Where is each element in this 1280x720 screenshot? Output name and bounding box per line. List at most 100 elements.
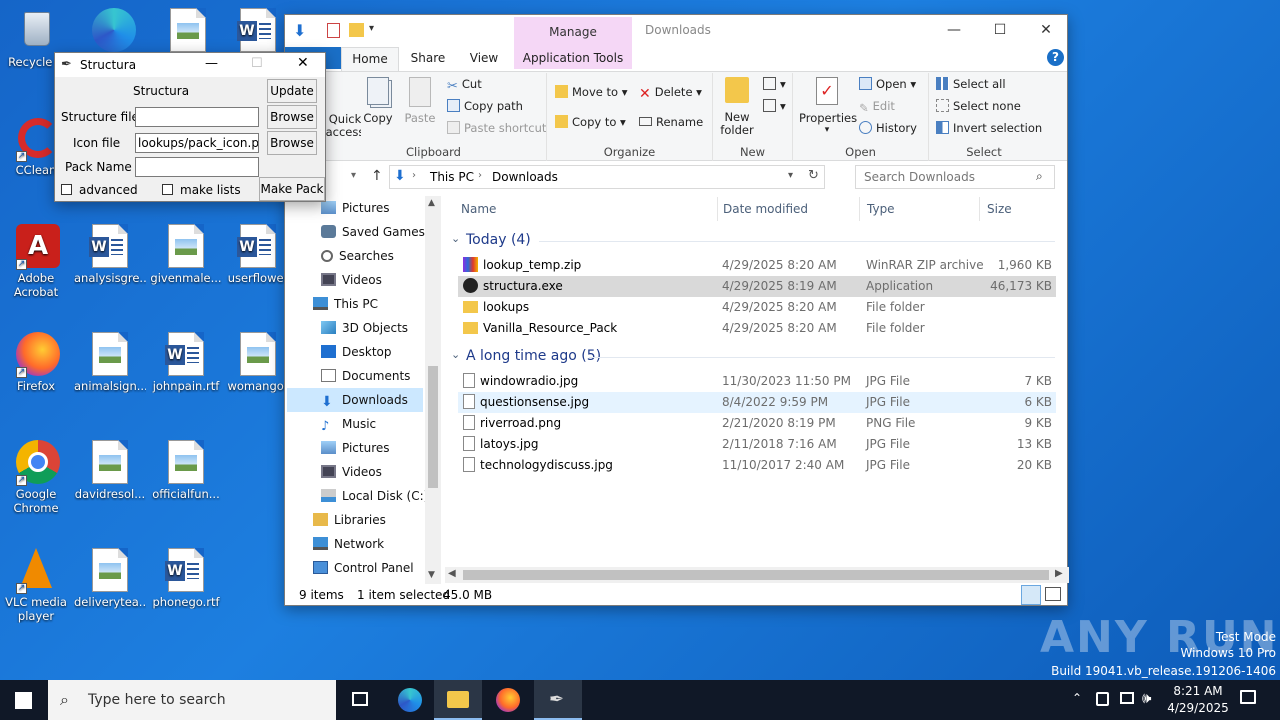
advanced-checkbox[interactable]: advanced	[61, 183, 138, 197]
notifications-icon[interactable]	[1240, 690, 1256, 704]
desktop-icon-label: animalsign...	[74, 379, 146, 393]
manage-tab[interactable]: Manage	[514, 17, 632, 47]
desktop-icon-edge[interactable]	[76, 8, 148, 55]
taskbar-edge[interactable]	[386, 680, 434, 720]
large-icons-view-button[interactable]	[1045, 587, 1061, 601]
address-dropdown-icon[interactable]: ▾	[788, 170, 793, 181]
file-row-latoys-jpg[interactable]: latoys.jpg 2/11/2018 7:16 AM JPG File 13…	[458, 434, 1056, 455]
scroll-left-icon[interactable]: ◀	[448, 568, 456, 579]
make-lists-checkbox[interactable]: make lists	[162, 183, 241, 197]
structura-maximize-button[interactable]: ☐	[251, 56, 263, 71]
make-pack-button[interactable]: Make Pack	[259, 177, 325, 201]
clock-date[interactable]: 4/29/2025	[1166, 701, 1230, 715]
properties-qa-icon[interactable]	[327, 23, 340, 38]
minimize-button[interactable]: —	[931, 15, 977, 45]
search-input[interactable]: Search Downloads	[864, 170, 975, 184]
show-hidden-icons-button[interactable]: ⌃	[1072, 691, 1082, 705]
task-view-button[interactable]	[336, 680, 384, 720]
structura-close-button[interactable]: ✕	[297, 55, 309, 71]
column-header-type[interactable]: Type	[867, 202, 895, 220]
desktop-icon-vlc[interactable]: ↗ VLC media player	[0, 548, 72, 623]
file-row-windowradio-jpg[interactable]: windowradio.jpg 11/30/2023 11:50 PM JPG …	[458, 371, 1056, 392]
desktop-icon-firefox[interactable]: ↗ Firefox	[0, 332, 72, 393]
desktop-icon-phonego[interactable]: W phonego.rtf	[150, 548, 222, 609]
desktop-icon-givenmale[interactable]: givenmale...	[150, 224, 222, 285]
up-button[interactable]: ↑	[371, 168, 383, 184]
file-row-technologydiscuss-jpg[interactable]: technologydiscuss.jpg 11/10/2017 2:40 AM…	[458, 455, 1056, 476]
structure-file-field[interactable]	[135, 107, 259, 127]
tab-share[interactable]: Share	[401, 47, 455, 69]
close-button[interactable]: ✕	[1023, 15, 1069, 45]
search-box[interactable]: Search Downloads ⌕	[855, 165, 1055, 189]
file-row-lookups[interactable]: lookups 4/29/2025 8:20 AM File folder	[458, 297, 1056, 318]
icon-file-field[interactable]: lookups/pack_icon.png	[135, 133, 259, 153]
desktop-icon-image-top1[interactable]	[152, 8, 224, 55]
scroll-down-icon[interactable]: ▼	[428, 570, 435, 580]
structure-file-label: Structure file	[61, 110, 139, 124]
desktop-icon-johnpain[interactable]: W johnpain.rtf	[150, 332, 222, 393]
taskbar-structura[interactable]: ✒	[534, 680, 582, 720]
explorer-title-bar[interactable]: ⬇ ▾ Manage Downloads — ☐ ✕	[285, 15, 1067, 47]
browse-structure-button[interactable]: Browse	[267, 105, 317, 129]
group-header-today[interactable]: ⌄ Today (4)	[449, 231, 1057, 251]
address-bar[interactable]: ⬇ › This PC › Downloads ▾ ↻	[389, 165, 825, 189]
desktop-icon-davidresol[interactable]: davidresol...	[74, 440, 146, 501]
searches-icon	[321, 250, 333, 262]
tab-application-tools[interactable]: Application Tools	[514, 47, 632, 69]
file-type: WinRAR ZIP archive	[866, 258, 984, 272]
structura-minimize-button[interactable]: —	[205, 56, 218, 71]
details-view-button[interactable]	[1021, 585, 1041, 605]
refresh-icon[interactable]: ↻	[808, 168, 819, 183]
column-header-date[interactable]: Date modified	[723, 202, 808, 220]
taskbar-firefox[interactable]	[484, 680, 532, 720]
volume-icon[interactable]: 🕪	[1142, 689, 1151, 707]
taskbar-file-explorer[interactable]	[434, 680, 482, 720]
column-header-size[interactable]: Size	[987, 202, 1012, 220]
clock-time[interactable]: 8:21 AM	[1170, 684, 1226, 698]
scroll-right-icon[interactable]: ▶	[1055, 568, 1063, 579]
recent-locations-button[interactable]: ▾	[351, 170, 356, 181]
customize-qa-icon[interactable]: ▾	[369, 23, 374, 34]
down-arrow-icon[interactable]: ⬇	[293, 21, 306, 40]
nav-scrollbar[interactable]: ▲ ▼	[425, 196, 441, 584]
desktop-icon-deliverytea[interactable]: deliverytea...	[74, 548, 146, 609]
file-row-lookup-temp-zip[interactable]: lookup_temp.zip 4/29/2025 8:20 AM WinRAR…	[458, 255, 1056, 276]
desktop-icon-officialfun[interactable]: officialfun...	[150, 440, 222, 501]
column-header-name[interactable]: Name	[461, 202, 496, 220]
desktop-icon-google-chrome[interactable]: ↗ Google Chrome	[0, 440, 72, 515]
taskbar-search-box[interactable]: ⌕ Type here to search	[48, 680, 336, 720]
pack-name-field[interactable]	[135, 157, 259, 177]
nav-scroll-thumb[interactable]	[428, 366, 438, 488]
h-scroll-thumb[interactable]	[463, 570, 1049, 580]
structura-title-bar[interactable]: ✒ Structura — ☐ ✕	[55, 53, 325, 77]
maximize-button[interactable]: ☐	[977, 15, 1023, 45]
desktop-icon-analysisgre[interactable]: W analysisgre...	[74, 224, 146, 285]
browse-icon-button[interactable]: Browse	[267, 131, 317, 155]
file-date: 4/29/2025 8:20 AM	[722, 300, 837, 314]
breadcrumb-downloads[interactable]: Downloads	[492, 170, 558, 184]
group-header-long-ago[interactable]: ⌄ A long time ago (5)	[449, 347, 1057, 367]
file-row-vanilla-resource-pack[interactable]: Vanilla_Resource_Pack 4/29/2025 8:20 AM …	[458, 318, 1056, 339]
select-group-label: Select	[966, 145, 1002, 159]
new-folder-qa-icon[interactable]	[349, 23, 364, 37]
music-icon: ♪	[321, 419, 330, 434]
start-button[interactable]	[0, 680, 48, 720]
file-row-riverroad-png[interactable]: riverroad.png 2/21/2020 8:19 PM PNG File…	[458, 413, 1056, 434]
help-icon[interactable]: ?	[1047, 49, 1064, 66]
scroll-up-icon[interactable]: ▲	[428, 198, 435, 208]
breadcrumb-this-pc[interactable]: This PC	[430, 170, 474, 184]
word-file-icon: W	[237, 8, 276, 52]
horizontal-scrollbar[interactable]: ◀ ▶	[445, 567, 1069, 583]
update-button[interactable]: Update	[267, 79, 317, 103]
defender-icon[interactable]	[1096, 692, 1109, 706]
tab-view[interactable]: View	[457, 47, 511, 69]
taskbar-search-input[interactable]: Type here to search	[88, 692, 226, 708]
file-row-structura-exe[interactable]: structura.exe 4/29/2025 8:19 AM Applicat…	[458, 276, 1056, 297]
desktop-icon-adobe-acrobat[interactable]: A ↗ Adobe Acrobat	[0, 224, 72, 299]
desktop-icon-animalsign[interactable]: animalsign...	[74, 332, 146, 393]
structura-window: ✒ Structura — ☐ ✕ Structura Structure fi…	[54, 52, 326, 202]
file-row-questionsense-jpg[interactable]: questionsense.jpg 8/4/2022 9:59 PM JPG F…	[458, 392, 1056, 413]
file-size: 20 KB	[1016, 458, 1052, 472]
network-tray-icon[interactable]	[1120, 692, 1134, 704]
tab-home[interactable]: Home	[341, 47, 399, 71]
